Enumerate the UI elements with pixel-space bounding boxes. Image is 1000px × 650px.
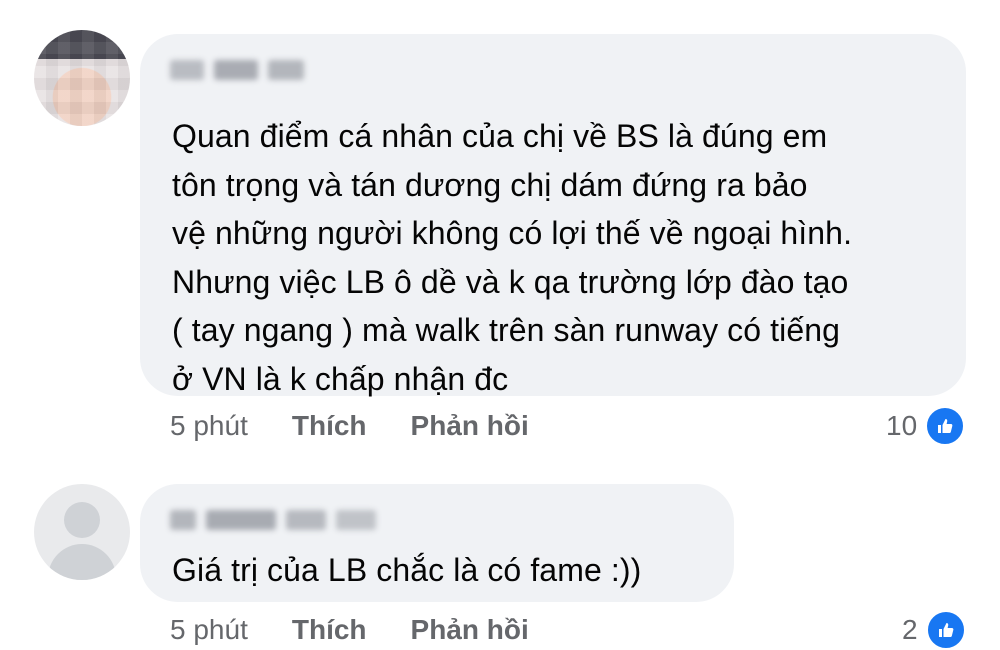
- reaction-summary[interactable]: 10: [886, 406, 966, 446]
- reply-button[interactable]: Phản hồi: [411, 614, 529, 646]
- commenter-avatar[interactable]: [34, 484, 130, 580]
- commenter-name-blurred[interactable]: [170, 60, 304, 80]
- like-icon: [925, 610, 966, 650]
- reaction-summary[interactable]: 2: [902, 610, 966, 650]
- like-button[interactable]: Thích: [292, 614, 367, 646]
- reaction-count: 2: [902, 614, 918, 645]
- comment-text: Giá trị của LB chắc là có fame :)): [172, 552, 642, 588]
- commenter-avatar[interactable]: [34, 30, 130, 126]
- commenter-name-blurred[interactable]: [170, 510, 376, 530]
- comment-bubble: Quan điểm cá nhân của chị về BS là đúng …: [140, 34, 966, 397]
- comment-text: Quan điểm cá nhân của chị về BS là đúng …: [172, 118, 853, 397]
- comment-actions: 5 phút Thích Phản hồi: [170, 614, 573, 646]
- like-button[interactable]: Thích: [292, 410, 367, 442]
- comment-bubble: Giá trị của LB chắc là có fame :)): [140, 484, 734, 602]
- reaction-count: 10: [886, 410, 918, 441]
- like-icon: [925, 406, 966, 446]
- comment-actions: 5 phút Thích Phản hồi: [170, 410, 573, 442]
- reply-button[interactable]: Phản hồi: [411, 410, 529, 442]
- comment-timestamp[interactable]: 5 phút: [170, 614, 248, 646]
- comment-timestamp[interactable]: 5 phút: [170, 410, 248, 442]
